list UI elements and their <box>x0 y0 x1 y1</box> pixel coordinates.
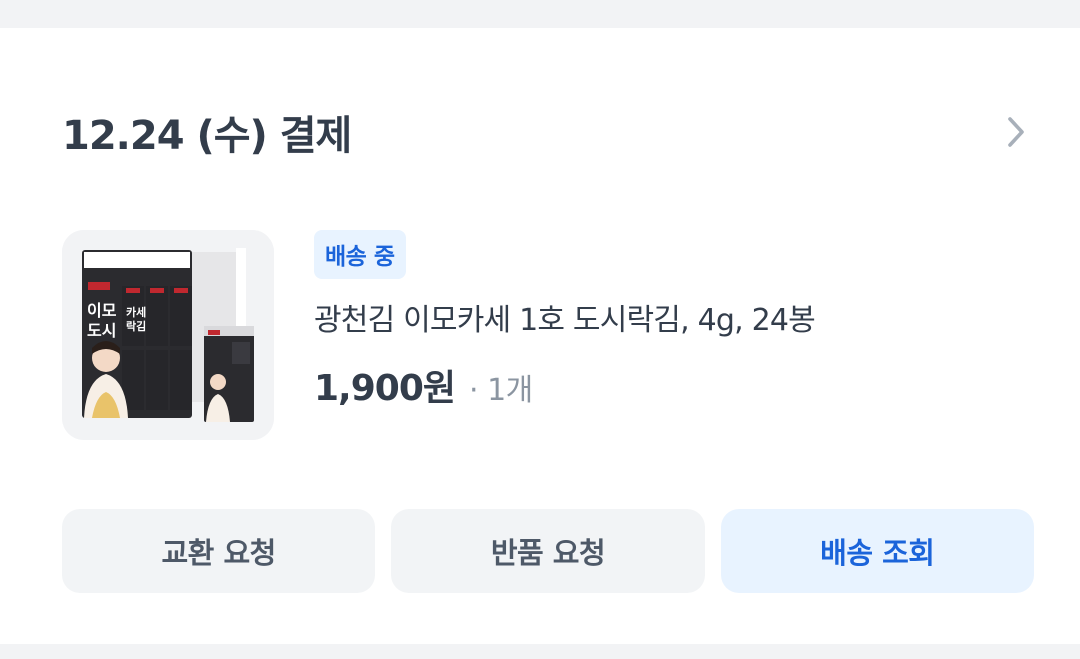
product-image: 이모 도시 카세 락김 <box>62 230 274 440</box>
product-info: 배송 중 광천김 이모카세 1호 도시락김, 4g, 24봉 1,900원 · … <box>314 230 1034 411</box>
order-date-title: 12.24 (수) 결제 <box>62 113 352 159</box>
thumb-text-line2: 도시 <box>87 321 116 340</box>
thumb-text-line3: 카세 <box>126 305 146 319</box>
thumb-text-line4: 락김 <box>126 320 146 333</box>
exchange-request-button[interactable]: 교환 요청 <box>62 509 376 593</box>
return-request-button[interactable]: 반품 요청 <box>391 509 705 593</box>
chevron-right-icon[interactable] <box>996 112 1036 152</box>
action-buttons: 교환 요청 반품 요청 배송 조회 <box>62 509 1034 593</box>
status-badge: 배송 중 <box>314 230 406 279</box>
order-header[interactable]: 12.24 (수) 결제 <box>62 104 1030 160</box>
thumb-text-line1: 이모 <box>87 301 117 320</box>
product-quantity: · 1개 <box>469 373 533 408</box>
product-name[interactable]: 광천김 이모카세 1호 도시락김, 4g, 24봉 <box>314 295 1034 339</box>
price-row: 1,900원 · 1개 <box>314 359 1034 411</box>
order-card: 12.24 (수) 결제 이모 도시 카세 락김 배송 중 광천김 이모카세 1… <box>0 28 1080 644</box>
product-thumbnail[interactable]: 이모 도시 카세 락김 <box>62 230 274 440</box>
product-price: 1,900원 <box>314 368 456 409</box>
track-delivery-button[interactable]: 배송 조회 <box>720 509 1034 593</box>
